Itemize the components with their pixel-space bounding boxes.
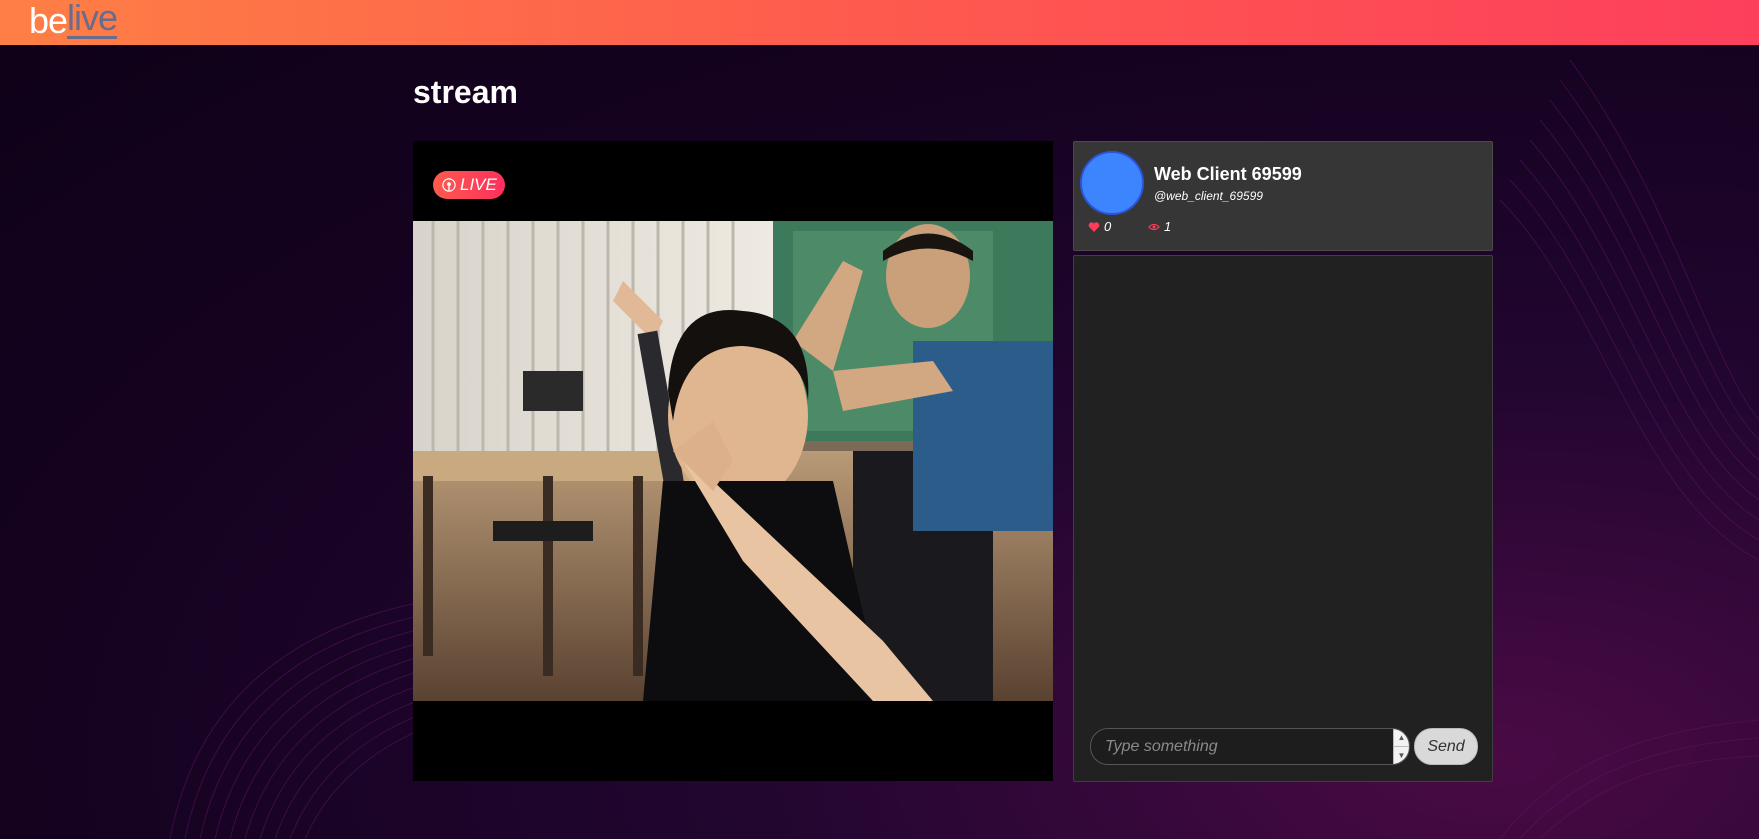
spinner-up-icon[interactable]: ▲ bbox=[1394, 729, 1409, 746]
heart-icon bbox=[1088, 221, 1100, 232]
send-button[interactable]: Send bbox=[1414, 728, 1478, 765]
chat-input-wrapper: ▲ ▼ bbox=[1090, 728, 1410, 765]
live-badge: LIVE bbox=[433, 171, 505, 199]
video-frame bbox=[413, 221, 1053, 701]
logo-live: live bbox=[67, 0, 118, 39]
page-title: stream bbox=[413, 74, 518, 110]
views-stat: 1 bbox=[1148, 219, 1171, 234]
live-label: LIVE bbox=[460, 175, 497, 194]
video-feed-image bbox=[413, 221, 1053, 701]
streamer-handle: @web_client_69599 bbox=[1154, 189, 1263, 203]
input-spinner[interactable]: ▲ ▼ bbox=[1393, 729, 1409, 764]
eye-icon bbox=[1148, 223, 1160, 230]
spinner-down-icon[interactable]: ▼ bbox=[1394, 746, 1409, 764]
views-count: 1 bbox=[1164, 219, 1172, 234]
streamer-display-name: Web Client 69599 bbox=[1154, 164, 1302, 184]
broadcast-icon bbox=[442, 178, 456, 192]
logo-be: be bbox=[29, 0, 68, 41]
streamer-profile-card: Web Client 69599 @web_client_69599 0 1 bbox=[1073, 141, 1493, 251]
top-navigation-bar: be live bbox=[0, 0, 1759, 45]
avatar[interactable] bbox=[1080, 151, 1144, 215]
likes-stat: 0 bbox=[1088, 219, 1111, 234]
likes-count: 0 bbox=[1104, 219, 1112, 234]
belive-logo[interactable]: be live bbox=[29, 0, 118, 41]
video-player[interactable]: LIVE bbox=[413, 141, 1053, 781]
chat-message-input[interactable] bbox=[1091, 729, 1391, 764]
chat-panel: ▲ ▼ Send bbox=[1073, 255, 1493, 782]
